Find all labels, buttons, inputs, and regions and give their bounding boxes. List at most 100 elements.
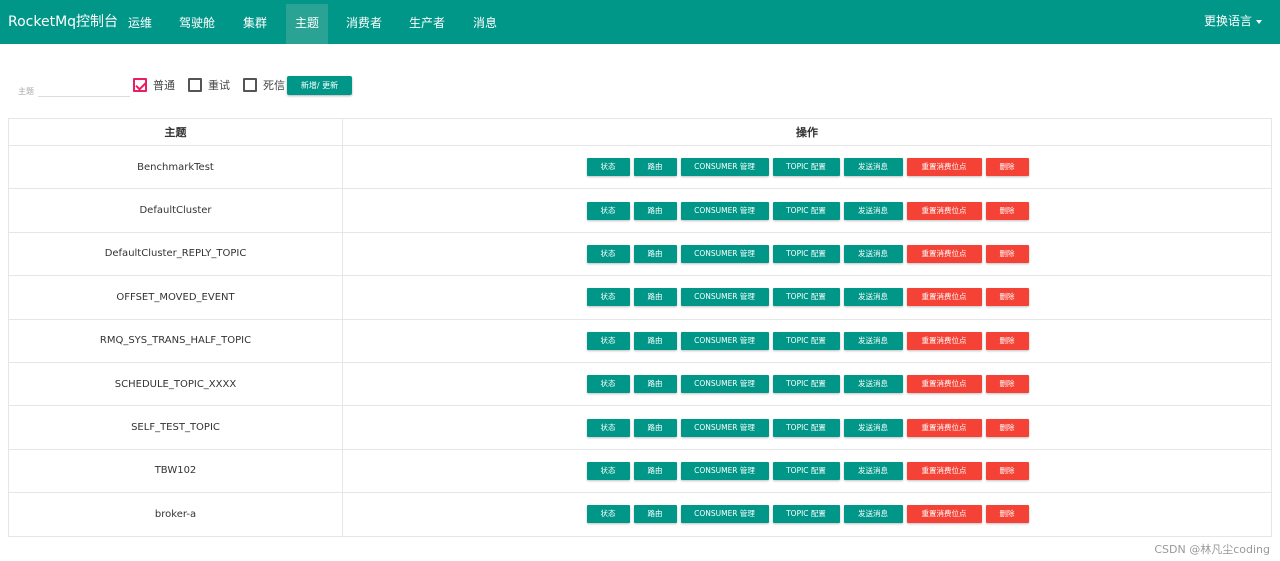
nav-item-consumer[interactable]: 消费者 — [338, 4, 390, 44]
status-button[interactable]: 状态 — [586, 461, 630, 480]
action-buttons: 状态 路由 CONSUMER 管理 TOPIC 配置 发送消息 重置消费位点 删除 — [343, 461, 1271, 480]
route-button[interactable]: 路由 — [633, 375, 677, 394]
actions-cell: 状态 路由 CONSUMER 管理 TOPIC 配置 发送消息 重置消费位点 删除 — [342, 492, 1272, 537]
status-button[interactable]: 状态 — [586, 288, 630, 307]
topic-name-cell: OFFSET_MOVED_EVENT — [8, 275, 343, 320]
delete-button[interactable]: 删除 — [985, 418, 1029, 437]
topic-name-cell: SCHEDULE_TOPIC_XXXX — [8, 361, 343, 407]
checkbox-dlq[interactable]: 死信 — [243, 77, 285, 93]
table-header-row: 主题 操作 — [8, 118, 1272, 146]
route-button[interactable]: 路由 — [633, 505, 677, 524]
topic-search-input[interactable] — [38, 80, 130, 97]
send-message-button[interactable]: 发送消息 — [843, 331, 903, 350]
status-button[interactable]: 状态 — [586, 418, 630, 437]
delete-button[interactable]: 删除 — [985, 288, 1029, 307]
nav-item-cluster[interactable]: 集群 — [234, 4, 276, 44]
topic-name-cell: broker-a — [8, 492, 343, 537]
reset-offset-button[interactable]: 重置消费位点 — [906, 201, 982, 220]
consumer-manage-button[interactable]: CONSUMER 管理 — [680, 201, 769, 220]
route-button[interactable]: 路由 — [633, 244, 677, 263]
delete-button[interactable]: 删除 — [985, 244, 1029, 263]
language-dropdown[interactable]: 更换语言 — [1204, 0, 1262, 44]
nav-item-ops[interactable]: 运维 — [119, 4, 161, 44]
reset-offset-button[interactable]: 重置消费位点 — [906, 288, 982, 307]
reset-offset-button[interactable]: 重置消费位点 — [906, 461, 982, 480]
consumer-manage-button[interactable]: CONSUMER 管理 — [680, 288, 769, 307]
add-update-button[interactable]: 新增/ 更新 — [287, 76, 352, 95]
topic-config-button[interactable]: TOPIC 配置 — [772, 375, 840, 394]
checkbox-normal[interactable]: 普通 — [133, 77, 175, 93]
delete-button[interactable]: 删除 — [985, 331, 1029, 350]
send-message-button[interactable]: 发送消息 — [843, 461, 903, 480]
action-buttons: 状态 路由 CONSUMER 管理 TOPIC 配置 发送消息 重置消费位点 删除 — [343, 158, 1271, 177]
column-header-topic: 主题 — [8, 118, 343, 146]
status-button[interactable]: 状态 — [586, 375, 630, 394]
route-button[interactable]: 路由 — [633, 158, 677, 177]
topic-config-button[interactable]: TOPIC 配置 — [772, 461, 840, 480]
checkbox-label: 重试 — [208, 79, 230, 92]
actions-cell: 状态 路由 CONSUMER 管理 TOPIC 配置 发送消息 重置消费位点 删除 — [342, 318, 1272, 363]
consumer-manage-button[interactable]: CONSUMER 管理 — [680, 331, 769, 350]
send-message-button[interactable]: 发送消息 — [843, 244, 903, 263]
topic-config-button[interactable]: TOPIC 配置 — [772, 505, 840, 524]
actions-cell: 状态 路由 CONSUMER 管理 TOPIC 配置 发送消息 重置消费位点 删除 — [342, 231, 1272, 277]
nav-item-producer[interactable]: 生产者 — [401, 4, 453, 44]
delete-button[interactable]: 删除 — [985, 461, 1029, 480]
delete-button[interactable]: 删除 — [985, 158, 1029, 177]
reset-offset-button[interactable]: 重置消费位点 — [906, 158, 982, 177]
action-buttons: 状态 路由 CONSUMER 管理 TOPIC 配置 发送消息 重置消费位点 删除 — [343, 375, 1271, 394]
send-message-button[interactable]: 发送消息 — [843, 418, 903, 437]
status-button[interactable]: 状态 — [586, 505, 630, 524]
delete-button[interactable]: 删除 — [985, 201, 1029, 220]
status-button[interactable]: 状态 — [586, 158, 630, 177]
checkbox-label: 普通 — [153, 79, 175, 92]
status-button[interactable]: 状态 — [586, 244, 630, 263]
topic-table: 主题 操作 BenchmarkTest 状态 路由 CONSUMER 管理 TOPIC … — [8, 118, 1272, 537]
reset-offset-button[interactable]: 重置消费位点 — [906, 375, 982, 394]
route-button[interactable]: 路由 — [633, 461, 677, 480]
consumer-manage-button[interactable]: CONSUMER 管理 — [680, 158, 769, 177]
action-buttons: 状态 路由 CONSUMER 管理 TOPIC 配置 发送消息 重置消费位点 删除 — [343, 244, 1271, 263]
status-button[interactable]: 状态 — [586, 331, 630, 350]
search-label: 主题 — [18, 87, 34, 96]
consumer-manage-button[interactable]: CONSUMER 管理 — [680, 244, 769, 263]
topic-config-button[interactable]: TOPIC 配置 — [772, 201, 840, 220]
nav-item-dashboard[interactable]: 驾驶舱 — [171, 4, 223, 44]
send-message-button[interactable]: 发送消息 — [843, 201, 903, 220]
table-row: SCHEDULE_TOPIC_XXXX 状态 路由 CONSUMER 管理 TOPIC … — [8, 361, 1272, 407]
nav-item-topic[interactable]: 主题 — [286, 4, 328, 44]
delete-button[interactable]: 删除 — [985, 505, 1029, 524]
filter-bar: 主题 普通 重试 死信 新增/ 更新 — [0, 70, 1280, 100]
column-header-actions: 操作 — [342, 118, 1272, 146]
route-button[interactable]: 路由 — [633, 288, 677, 307]
reset-offset-button[interactable]: 重置消费位点 — [906, 505, 982, 524]
delete-button[interactable]: 删除 — [985, 375, 1029, 394]
send-message-button[interactable]: 发送消息 — [843, 288, 903, 307]
route-button[interactable]: 路由 — [633, 331, 677, 350]
consumer-manage-button[interactable]: CONSUMER 管理 — [680, 375, 769, 394]
nav-item-message[interactable]: 消息 — [465, 4, 505, 44]
topic-config-button[interactable]: TOPIC 配置 — [772, 288, 840, 307]
action-buttons: 状态 路由 CONSUMER 管理 TOPIC 配置 发送消息 重置消费位点 删除 — [343, 331, 1271, 350]
route-button[interactable]: 路由 — [633, 418, 677, 437]
app-brand[interactable]: RocketMq控制台 — [8, 0, 118, 44]
consumer-manage-button[interactable]: CONSUMER 管理 — [680, 418, 769, 437]
send-message-button[interactable]: 发送消息 — [843, 505, 903, 524]
checkbox-checked-icon — [133, 78, 147, 92]
actions-cell: 状态 路由 CONSUMER 管理 TOPIC 配置 发送消息 重置消费位点 删除 — [342, 188, 1272, 233]
reset-offset-button[interactable]: 重置消费位点 — [906, 244, 982, 263]
send-message-button[interactable]: 发送消息 — [843, 375, 903, 394]
checkbox-retry[interactable]: 重试 — [188, 77, 230, 93]
consumer-manage-button[interactable]: CONSUMER 管理 — [680, 461, 769, 480]
actions-cell: 状态 路由 CONSUMER 管理 TOPIC 配置 发送消息 重置消费位点 删除 — [342, 275, 1272, 320]
reset-offset-button[interactable]: 重置消费位点 — [906, 418, 982, 437]
topic-config-button[interactable]: TOPIC 配置 — [772, 244, 840, 263]
status-button[interactable]: 状态 — [586, 201, 630, 220]
consumer-manage-button[interactable]: CONSUMER 管理 — [680, 505, 769, 524]
topic-config-button[interactable]: TOPIC 配置 — [772, 331, 840, 350]
reset-offset-button[interactable]: 重置消费位点 — [906, 331, 982, 350]
topic-config-button[interactable]: TOPIC 配置 — [772, 418, 840, 437]
send-message-button[interactable]: 发送消息 — [843, 158, 903, 177]
topic-config-button[interactable]: TOPIC 配置 — [772, 158, 840, 177]
route-button[interactable]: 路由 — [633, 201, 677, 220]
